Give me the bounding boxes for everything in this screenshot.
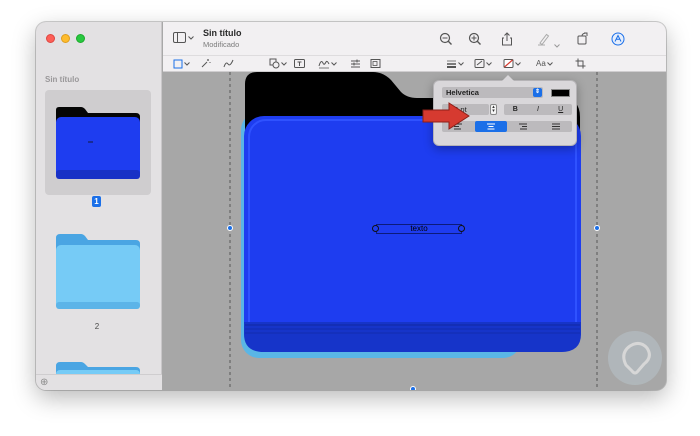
text-style-label: Aa bbox=[536, 59, 546, 68]
line-style-button[interactable] bbox=[446, 58, 464, 69]
share-button[interactable] bbox=[500, 32, 514, 46]
chevron-down-icon bbox=[184, 61, 190, 66]
markup-pen-icon bbox=[611, 32, 625, 46]
select-arrows-icon: ⇕ bbox=[533, 88, 542, 97]
text-annotation-label: texto bbox=[410, 224, 428, 233]
font-style-group: B I U bbox=[504, 104, 572, 115]
align-center-icon bbox=[486, 123, 495, 130]
text-style-button[interactable]: Aa bbox=[536, 58, 553, 69]
chevron-down-icon bbox=[331, 61, 337, 66]
sidebar-footer: ⊕ bbox=[36, 374, 162, 390]
resize-icon bbox=[370, 59, 381, 68]
highlight-menu-button[interactable] bbox=[554, 35, 562, 49]
page-thumbnail-2[interactable] bbox=[45, 222, 151, 317]
fill-color-button[interactable] bbox=[503, 58, 521, 69]
close-button[interactable] bbox=[46, 34, 55, 43]
fill-color-icon bbox=[503, 59, 514, 68]
minimize-button[interactable] bbox=[61, 34, 70, 43]
watermark-icon bbox=[622, 341, 651, 375]
markup-toolbar: Aa bbox=[163, 55, 666, 72]
zoom-in-icon bbox=[468, 32, 481, 45]
adjust-size-button[interactable] bbox=[370, 58, 381, 69]
text-annotation-box[interactable]: texto bbox=[376, 224, 462, 234]
align-justify-icon bbox=[551, 123, 560, 130]
align-justify-button[interactable] bbox=[540, 121, 573, 132]
line-style-icon bbox=[447, 60, 456, 68]
folder-thumbnail-1 bbox=[56, 107, 140, 179]
shapes-icon bbox=[269, 58, 280, 69]
text-handle-left[interactable] bbox=[372, 225, 379, 232]
align-right-icon bbox=[519, 123, 528, 130]
signature-button[interactable] bbox=[318, 58, 337, 69]
bold-button[interactable]: B bbox=[504, 104, 527, 115]
text-tool-button[interactable] bbox=[294, 58, 305, 69]
folder-thumbnail-2 bbox=[56, 234, 140, 309]
rotate-button[interactable] bbox=[576, 32, 590, 46]
annotation-arrow-icon bbox=[422, 102, 470, 130]
image-handle-bottom[interactable] bbox=[410, 386, 416, 390]
signature-icon bbox=[318, 60, 330, 69]
font-family-select[interactable]: Helvetica ⇕ bbox=[442, 87, 543, 98]
zoom-out-button[interactable] bbox=[439, 32, 453, 46]
sketch-tool-button[interactable] bbox=[223, 58, 234, 69]
document-title: Sin título bbox=[203, 28, 242, 38]
popover-arrow bbox=[502, 75, 514, 81]
window-controls bbox=[46, 34, 85, 43]
add-page-icon[interactable]: ⊕ bbox=[40, 377, 48, 388]
sketch-icon bbox=[223, 59, 234, 68]
chevron-down-icon bbox=[486, 61, 492, 66]
border-color-icon bbox=[474, 59, 485, 68]
watermark-logo bbox=[608, 331, 662, 385]
zoom-in-button[interactable] bbox=[468, 32, 482, 46]
chevron-down-icon bbox=[188, 35, 194, 40]
text-handle-right[interactable] bbox=[458, 225, 465, 232]
image-handle-right[interactable] bbox=[594, 225, 600, 231]
font-family-value: Helvetica bbox=[446, 88, 479, 97]
zoom-button[interactable] bbox=[76, 34, 85, 43]
share-icon bbox=[502, 32, 512, 46]
chevron-down-icon bbox=[281, 61, 287, 66]
sidebar-toggle-button[interactable] bbox=[173, 32, 194, 43]
adjust-color-button[interactable] bbox=[350, 58, 361, 69]
crop-button[interactable] bbox=[575, 58, 586, 69]
chevron-down-icon bbox=[554, 44, 560, 48]
crop-icon bbox=[575, 58, 586, 69]
align-center-button[interactable] bbox=[474, 121, 507, 132]
italic-button[interactable]: I bbox=[527, 104, 550, 115]
page-number-2: 2 bbox=[94, 322, 100, 331]
highlighter-icon bbox=[538, 33, 550, 46]
magic-wand-icon bbox=[201, 59, 211, 68]
zoom-out-icon bbox=[439, 32, 452, 45]
page-thumbnail-1[interactable] bbox=[45, 90, 151, 195]
sidebar-title: Sin título bbox=[45, 75, 80, 84]
page-number-1: 1 bbox=[92, 196, 101, 207]
underline-button[interactable]: U bbox=[549, 104, 572, 115]
font-size-stepper[interactable]: ▴ ▾ bbox=[490, 104, 497, 115]
document-canvas[interactable]: texto bbox=[163, 72, 666, 390]
chevron-down-icon bbox=[546, 61, 553, 66]
page-thumbnail-3[interactable] bbox=[45, 358, 151, 374]
thumbnail-sidebar: Sin título 1 2 ⊕ bbox=[36, 22, 162, 390]
markup-button[interactable] bbox=[611, 32, 625, 46]
folder-thumbnail-3 bbox=[56, 362, 140, 374]
document-status: Modificado bbox=[203, 40, 240, 49]
border-color-button[interactable] bbox=[474, 58, 492, 69]
chevron-down-icon bbox=[515, 61, 521, 66]
instant-alpha-button[interactable] bbox=[200, 58, 211, 69]
highlight-button[interactable] bbox=[537, 32, 551, 46]
rotate-icon bbox=[577, 32, 588, 45]
align-right-button[interactable] bbox=[507, 121, 540, 132]
rectangle-selection-icon bbox=[173, 59, 183, 68]
shapes-button[interactable] bbox=[269, 58, 287, 69]
chevron-down-icon bbox=[458, 61, 464, 66]
text-color-swatch[interactable] bbox=[551, 89, 570, 97]
image-handle-left[interactable] bbox=[227, 225, 233, 231]
sidebar-icon bbox=[173, 32, 186, 43]
preview-window: Sin título 1 2 ⊕ Sin título Modificado A… bbox=[36, 22, 666, 390]
sliders-icon bbox=[351, 59, 360, 68]
selection-tool-button[interactable] bbox=[173, 58, 190, 69]
text-box-icon bbox=[294, 59, 305, 68]
toolbar: Sin título Modificado bbox=[163, 22, 666, 55]
